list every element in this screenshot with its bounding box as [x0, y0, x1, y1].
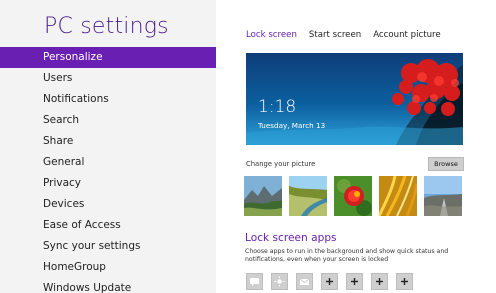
mountain-valley-thumb[interactable]	[244, 176, 282, 216]
golden-grass-thumb[interactable]	[379, 176, 417, 216]
nav-item-ease-of-access[interactable]: Ease of Access	[0, 215, 216, 236]
lock-screen-app-slot[interactable]	[271, 273, 288, 290]
add-lock-screen-app-button[interactable]	[396, 273, 413, 290]
add-lock-screen-app-button[interactable]	[346, 273, 363, 290]
tab-start-screen[interactable]: Start screen	[309, 30, 361, 40]
add-lock-screen-app-button[interactable]	[321, 273, 338, 290]
message-icon	[250, 278, 259, 286]
lock-screen-app-slot[interactable]	[296, 273, 313, 290]
road-sky-thumb[interactable]	[424, 176, 462, 216]
plus-icon	[401, 278, 408, 285]
personalize-tabs: Lock screen Start screen Account picture	[246, 30, 441, 40]
nav-item-share[interactable]: Share	[0, 131, 216, 152]
add-lock-screen-app-button[interactable]	[371, 273, 388, 290]
nav-item-privacy[interactable]: Privacy	[0, 173, 216, 194]
settings-nav: Personalize Users Notifications Search S…	[0, 47, 216, 293]
nav-item-homegroup[interactable]: HomeGroup	[0, 257, 216, 278]
red-flower-thumb[interactable]	[334, 176, 372, 216]
picture-thumbnails	[244, 176, 462, 216]
lock-screen-app-slots	[246, 273, 413, 290]
tab-lock-screen[interactable]: Lock screen	[246, 30, 297, 40]
plus-icon	[376, 278, 383, 285]
nav-item-devices[interactable]: Devices	[0, 194, 216, 215]
lock-screen-time: 1:18	[258, 97, 297, 117]
river-canyon-thumb[interactable]	[289, 176, 327, 216]
lock-screen-app-slot[interactable]	[246, 273, 263, 290]
personalize-panel: Lock screen Start screen Account picture	[216, 0, 496, 293]
plus-icon	[351, 278, 358, 285]
tab-account-picture[interactable]: Account picture	[373, 30, 440, 40]
sun-icon	[274, 276, 285, 287]
nav-item-search[interactable]: Search	[0, 110, 216, 131]
nav-item-notifications[interactable]: Notifications	[0, 89, 216, 110]
nav-item-personalize[interactable]: Personalize	[0, 47, 216, 68]
lock-screen-apps-title: Lock screen apps	[245, 232, 337, 244]
lock-screen-preview: 1:18 Tuesday, March 13	[246, 53, 463, 145]
plus-icon	[326, 278, 333, 285]
nav-item-general[interactable]: General	[0, 152, 216, 173]
lock-screen-apps-description: Choose apps to run in the background and…	[245, 248, 449, 264]
nav-item-sync-settings[interactable]: Sync your settings	[0, 236, 216, 257]
mail-icon	[299, 278, 310, 285]
browse-button[interactable]: Browse	[428, 157, 464, 171]
page-title: PC settings	[44, 14, 169, 39]
settings-sidebar: PC settings Personalize Users Notificati…	[0, 0, 216, 293]
lock-screen-date: Tuesday, March 13	[258, 121, 326, 130]
change-picture-label: Change your picture	[246, 160, 316, 168]
nav-item-windows-update[interactable]: Windows Update	[0, 278, 216, 293]
nav-item-users[interactable]: Users	[0, 68, 216, 89]
